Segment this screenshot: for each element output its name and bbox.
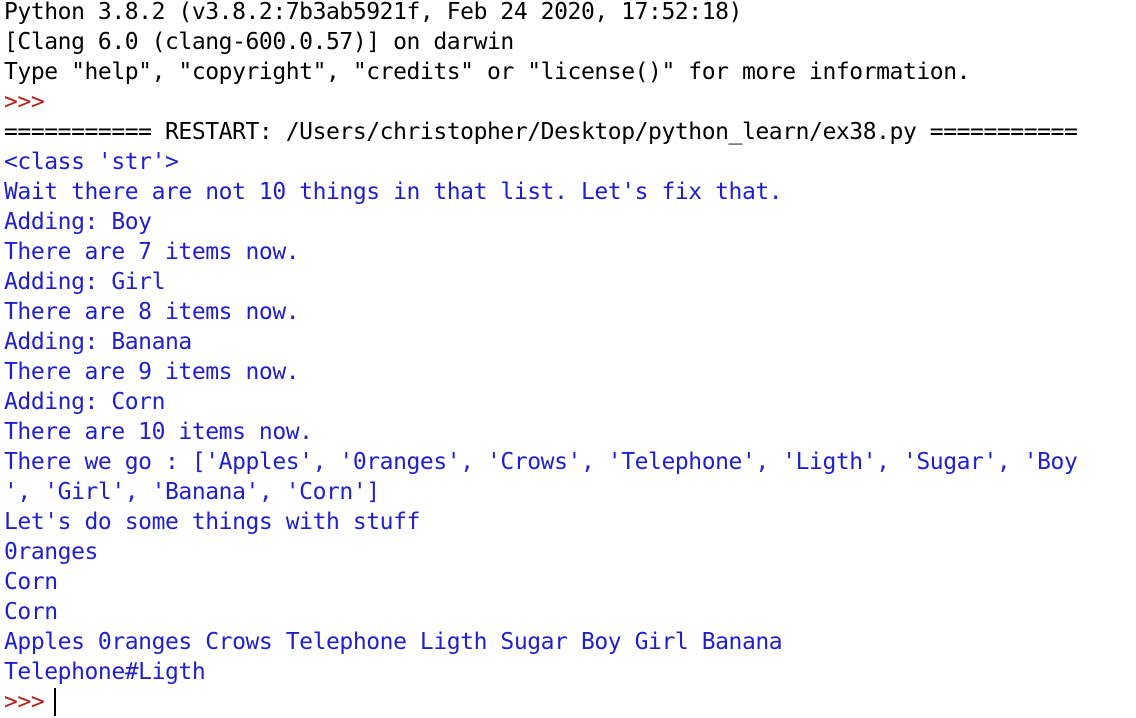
- restart-line: =========== RESTART: /Users/christopher/…: [4, 119, 1078, 145]
- output-line: There are 8 items now.: [4, 299, 300, 325]
- output-line: <class 'str'>: [4, 149, 179, 175]
- banner-line: Type "help", "copyright", "credits" or "…: [4, 59, 971, 85]
- python-shell-output[interactable]: Python 3.8.2 (v3.8.2:7b3ab5921f, Feb 24 …: [4, 0, 1134, 717]
- output-line: ', 'Girl', 'Banana', 'Corn']: [4, 479, 380, 505]
- banner-line: Python 3.8.2 (v3.8.2:7b3ab5921f, Feb 24 …: [4, 0, 742, 25]
- output-line: Apples 0ranges Crows Telephone Ligth Sug…: [4, 629, 783, 655]
- banner-line: [Clang 6.0 (clang-600.0.57)] on darwin: [4, 29, 514, 55]
- output-line: Adding: Girl: [4, 269, 166, 295]
- output-line: Adding: Boy: [4, 209, 152, 235]
- output-line: Adding: Corn: [4, 389, 166, 415]
- output-line: 0ranges: [4, 539, 98, 565]
- shell-prompt: >>>: [4, 89, 45, 115]
- output-line: There are 7 items now.: [4, 239, 300, 265]
- output-line: Corn: [4, 569, 58, 595]
- output-line: There are 9 items now.: [4, 359, 300, 385]
- text-cursor: [54, 688, 57, 716]
- output-line: Wait there are not 10 things in that lis…: [4, 179, 783, 205]
- output-line: Corn: [4, 599, 58, 625]
- output-line: Adding: Banana: [4, 329, 192, 355]
- output-line: Let's do some things with stuff: [4, 509, 420, 535]
- output-line: There we go : ['Apples', '0ranges', 'Cro…: [4, 449, 1078, 475]
- input-line[interactable]: >>>: [4, 687, 1134, 717]
- output-line: There are 10 items now.: [4, 419, 313, 445]
- shell-prompt: >>>: [4, 689, 45, 715]
- output-line: Telephone#Ligth: [4, 659, 206, 685]
